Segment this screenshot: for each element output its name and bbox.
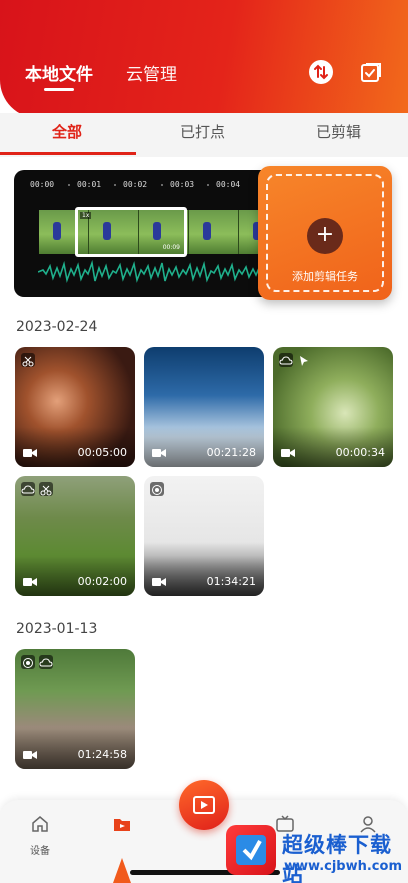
- watermark-logo: [226, 825, 276, 875]
- cloud-icon: [39, 655, 53, 669]
- video-camera-icon: [23, 578, 37, 586]
- video-camera-icon: [281, 449, 295, 457]
- cloud-icon: [279, 353, 293, 367]
- add-edit-task-button[interactable]: + 添加剪辑任务: [258, 166, 392, 300]
- video-camera-icon: [23, 751, 37, 759]
- video-duration: 01:24:58: [77, 748, 127, 761]
- tab-cloud-management[interactable]: 云管理: [126, 60, 177, 85]
- video-camera-icon: [152, 449, 166, 457]
- video-thumbnail[interactable]: 00:02:00: [15, 476, 135, 596]
- plus-icon: +: [307, 218, 343, 254]
- scissors-icon: [21, 353, 35, 367]
- video-camera-icon: [152, 578, 166, 586]
- app-header: 本地文件 云管理: [0, 0, 408, 118]
- timeline-tick: 00:02: [123, 180, 148, 189]
- group-date: 2023-02-24: [16, 319, 98, 335]
- timeline-tick: 00:00: [30, 180, 55, 189]
- filmstrip-frame: [189, 210, 239, 254]
- clip-selection-box[interactable]: 1x 00:09: [75, 207, 187, 257]
- group-date: 2023-01-13: [16, 621, 98, 637]
- active-tab-indicator: [44, 88, 74, 91]
- home-icon: [32, 816, 48, 832]
- folder-video-icon: [114, 819, 130, 831]
- audio-waveform: [38, 260, 288, 284]
- timeline-tick-dot: [161, 184, 163, 186]
- pointer-icon: [297, 353, 311, 367]
- checklist-icon[interactable]: [359, 60, 383, 84]
- tab-local-files[interactable]: 本地文件: [25, 60, 93, 85]
- sort-icon[interactable]: [309, 60, 333, 84]
- nav-item-device[interactable]: 设备: [20, 814, 60, 857]
- video-duration: 00:21:28: [206, 446, 256, 459]
- filter-tab-marked[interactable]: 已打点: [180, 121, 225, 142]
- video-thumbnail[interactable]: 01:34:21: [144, 476, 264, 596]
- video-thumbnail[interactable]: 01:24:58: [15, 649, 135, 769]
- filter-tab-edited[interactable]: 已剪辑: [316, 121, 361, 142]
- editor-preview-card[interactable]: 00:00 00:01 00:02 00:03 00:04 1x 00:09: [14, 170, 289, 297]
- cloud-icon: [21, 482, 35, 496]
- timeline-tick: 00:01: [77, 180, 102, 189]
- timeline-tick: 00:04: [216, 180, 241, 189]
- add-edit-task-label: 添加剪辑任务: [292, 270, 358, 283]
- filter-bar: 全部 已打点 已剪辑: [0, 113, 408, 157]
- watermark-title: 超级棒下载站: [282, 833, 392, 883]
- timeline-tick-dot: [207, 184, 209, 186]
- selection-time: 00:09: [162, 244, 180, 251]
- active-nav-indicator: [113, 858, 131, 883]
- watermark-url: www.cjbwh.com: [284, 859, 402, 874]
- watermark: 超级棒下载站 www.cjbwh.com: [226, 823, 408, 883]
- record-icon: [21, 655, 35, 669]
- video-duration: 01:34:21: [206, 575, 256, 588]
- nav-item-files[interactable]: [102, 814, 142, 838]
- selection-speed-badge: 1x: [80, 212, 92, 219]
- video-camera-icon: [23, 449, 37, 457]
- nav-label-device: 设备: [30, 846, 50, 857]
- timeline-tick-dot: [114, 184, 116, 186]
- scissors-icon: [39, 482, 53, 496]
- record-video-icon: [193, 796, 215, 814]
- timeline-tick: 00:03: [170, 180, 195, 189]
- record-icon: [150, 482, 164, 496]
- video-duration: 00:05:00: [77, 446, 127, 459]
- video-thumbnail[interactable]: 00:05:00: [15, 347, 135, 467]
- record-video-button[interactable]: [179, 780, 229, 830]
- video-thumbnail[interactable]: 00:00:34: [273, 347, 393, 467]
- video-duration: 00:00:34: [335, 446, 385, 459]
- video-duration: 00:02:00: [77, 575, 127, 588]
- filter-tab-all[interactable]: 全部: [52, 121, 82, 142]
- video-thumbnail[interactable]: 00:21:28: [144, 347, 264, 467]
- timeline-tick-dot: [68, 184, 70, 186]
- filter-active-indicator: [0, 152, 136, 155]
